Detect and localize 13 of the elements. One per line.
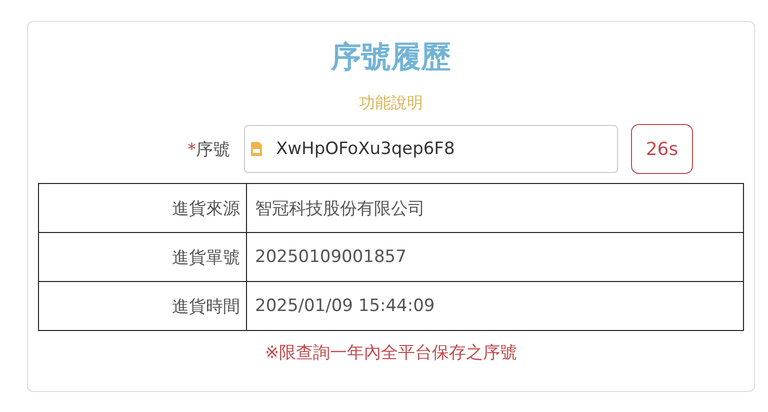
field-label: 序號 [196, 140, 230, 160]
notice-text: ※限查詢一年內全平台保存之序號 [264, 342, 518, 364]
required-mark: * [188, 140, 196, 160]
table-cell: 2025/01/09 15:44:09 [246, 282, 744, 330]
table-cell: 進貨時間 [38, 282, 246, 330]
table-cell: 20250109001857 [246, 232, 744, 282]
page-title: 序號履歷 [331, 39, 451, 77]
table-cell: 進貨單號 [38, 232, 246, 282]
table-cell: 進貨來源 [38, 184, 246, 232]
countdown-button[interactable]: 26s [631, 124, 693, 174]
table-cell: 智冠科技股份有限公司 [246, 184, 744, 232]
serial-input-field[interactable]: XwHpOFoXu3qep6F8 [244, 125, 618, 173]
document-icon [250, 141, 263, 157]
